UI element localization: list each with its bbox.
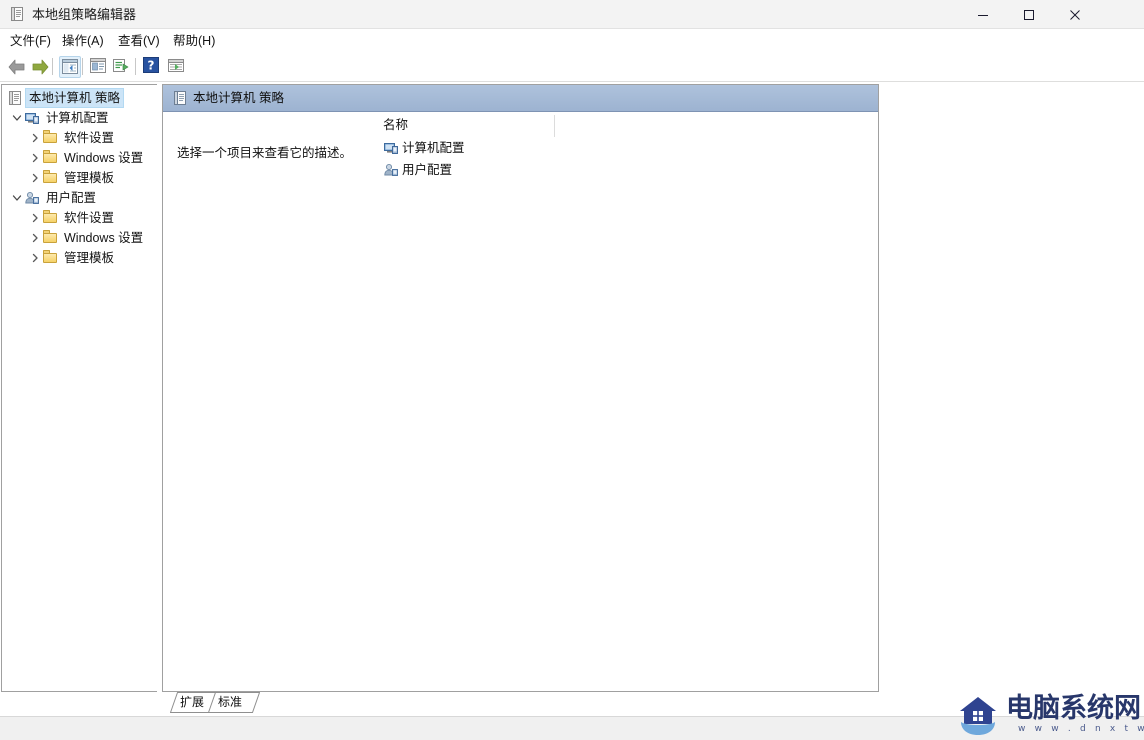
column-header-name[interactable]: 名称 — [383, 117, 408, 133]
toolbar: ? — [0, 52, 1144, 82]
description-text: 选择一个项目来查看它的描述。 — [177, 146, 353, 160]
list-item-computer-configuration[interactable]: 计算机配置 — [367, 138, 465, 158]
chevron-right-icon[interactable] — [28, 248, 42, 268]
svg-text:?: ? — [148, 59, 155, 73]
tree-item-user-software-settings[interactable]: 软件设置 — [2, 208, 157, 228]
export-list-button[interactable] — [111, 56, 133, 78]
column-divider[interactable] — [554, 115, 555, 137]
tree-item-label: 计算机配置 — [46, 111, 109, 125]
folder-icon — [42, 230, 58, 246]
description-card-background — [163, 112, 367, 691]
list-item-user-configuration[interactable]: 用户配置 — [367, 160, 452, 180]
tree-item-computer-windows-settings[interactable]: Windows 设置 — [2, 148, 157, 168]
tree-item-local-computer-policy[interactable]: 本地计算机 策略 — [2, 88, 157, 108]
tree-item-label: 管理模板 — [64, 171, 115, 185]
chevron-down-icon[interactable] — [10, 108, 24, 128]
details-pane: 本地计算机 策略 选择一个项目来查看它的描述。 名称 计算机配置 用户配置 — [162, 84, 879, 692]
forward-button[interactable] — [29, 56, 51, 78]
menu-file[interactable]: 文件(F) — [6, 32, 55, 50]
folder-icon — [42, 130, 58, 146]
toolbar-separator — [82, 58, 83, 75]
title-bar: 本地组策略编辑器 — [0, 0, 1144, 29]
tree-item-user-admin-templates[interactable]: 管理模板 — [2, 248, 157, 268]
local-group-policy-editor-window: 本地组策略编辑器 文件(F) 操作(A) 查看(V) 帮助(H) ? 本地计算机… — [0, 0, 1144, 740]
close-button[interactable] — [1052, 0, 1098, 29]
back-button[interactable] — [6, 56, 28, 78]
folder-icon — [42, 250, 58, 266]
user-config-icon — [383, 162, 399, 178]
maximize-button[interactable] — [1006, 0, 1052, 29]
folder-icon — [42, 210, 58, 226]
list-column-header[interactable]: 名称 — [367, 112, 878, 137]
tree-item-label: 用户配置 — [46, 191, 97, 205]
folder-icon — [42, 170, 58, 186]
menu-bar: 文件(F) 操作(A) 查看(V) 帮助(H) — [0, 30, 1144, 52]
tree-item-user-windows-settings[interactable]: Windows 设置 — [2, 228, 157, 248]
tree-item-computer-configuration[interactable]: 计算机配置 — [2, 108, 157, 128]
items-list[interactable]: 名称 计算机配置 用户配置 — [367, 112, 878, 691]
tree-item-label: Windows 设置 — [64, 151, 144, 165]
computer-config-icon — [383, 140, 399, 156]
chevron-right-icon[interactable] — [28, 168, 42, 188]
show-hide-tree-button[interactable] — [59, 56, 81, 78]
minimize-button[interactable] — [960, 0, 1006, 29]
folder-icon — [42, 150, 58, 166]
list-item-label: 计算机配置 — [402, 141, 465, 155]
question-mark-icon[interactable]: ? — [142, 56, 164, 78]
menu-help[interactable]: 帮助(H) — [169, 32, 219, 50]
pane-header-title: 本地计算机 策略 — [193, 91, 284, 105]
chevron-right-icon[interactable] — [28, 228, 42, 248]
site-watermark: 电脑系统网 w w w . d n x t w . c o m — [956, 693, 1144, 738]
policy-document-icon — [9, 6, 25, 22]
description-card: 选择一个项目来查看它的描述。 — [163, 112, 367, 691]
menu-action[interactable]: 操作(A) — [58, 32, 108, 50]
properties-button[interactable] — [88, 56, 110, 78]
window-title: 本地组策略编辑器 — [32, 7, 137, 22]
toolbar-separator — [135, 58, 136, 75]
watermark-url: w w w . d n x t w . c o m — [1018, 724, 1144, 734]
house-logo-icon — [960, 697, 996, 735]
policy-document-icon — [7, 90, 23, 106]
tree-item-label: 软件设置 — [64, 131, 115, 145]
tree-item-label: 软件设置 — [64, 211, 115, 225]
chevron-right-icon[interactable] — [28, 128, 42, 148]
show-detail-pane-button[interactable] — [166, 56, 188, 78]
user-config-icon — [24, 190, 40, 206]
chevron-right-icon[interactable] — [28, 208, 42, 228]
navigation-tree[interactable]: 本地计算机 策略 计算机配置 软件设置 Windows 设置 管理模板 用户配置… — [1, 84, 157, 692]
chevron-down-icon[interactable] — [10, 188, 24, 208]
tree-item-label: 本地计算机 策略 — [25, 88, 124, 108]
tree-item-label: 管理模板 — [64, 251, 115, 265]
policy-document-icon — [172, 90, 188, 106]
computer-config-icon — [24, 110, 40, 126]
chevron-right-icon[interactable] — [28, 148, 42, 168]
watermark-brand: 电脑系统网 — [1006, 693, 1141, 724]
tree-item-user-configuration[interactable]: 用户配置 — [2, 188, 157, 208]
list-item-label: 用户配置 — [402, 163, 453, 177]
toolbar-separator — [52, 58, 53, 75]
pane-header: 本地计算机 策略 — [163, 85, 878, 112]
menu-view[interactable]: 查看(V) — [114, 32, 164, 50]
tree-item-label: Windows 设置 — [64, 231, 144, 245]
view-tabs: 扩展 标准 — [162, 692, 879, 714]
tree-item-computer-admin-templates[interactable]: 管理模板 — [2, 168, 157, 188]
tab-standard-label: 标准 — [218, 695, 243, 709]
tree-item-computer-software-settings[interactable]: 软件设置 — [2, 128, 157, 148]
tab-extended-label: 扩展 — [180, 695, 205, 709]
